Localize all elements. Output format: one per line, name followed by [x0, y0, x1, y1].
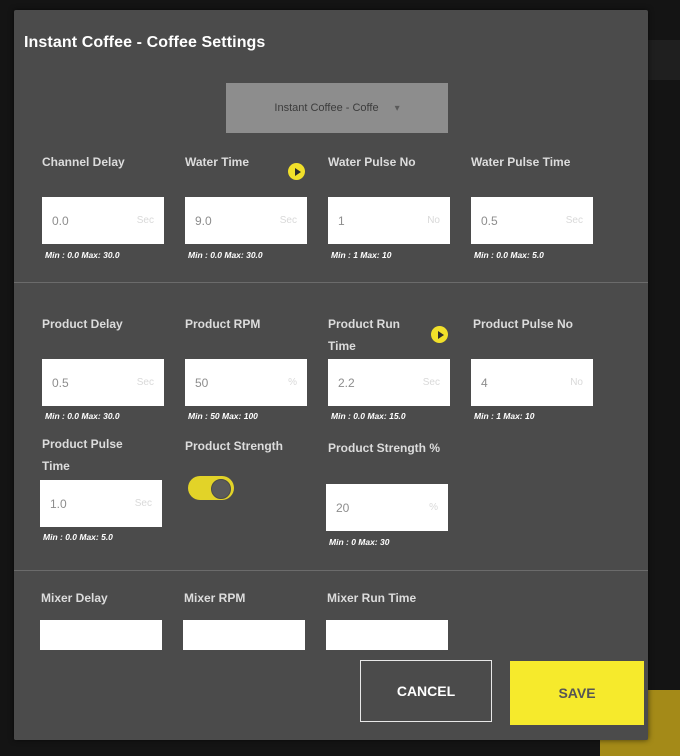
water-pulse-no-label: Water Pulse No: [328, 155, 416, 169]
water-time-play-icon[interactable]: [288, 163, 305, 180]
product-rpm-unit: %: [288, 377, 297, 388]
product-rpm-input[interactable]: 50 %: [185, 359, 307, 406]
product-run-time-play-icon[interactable]: [431, 326, 448, 343]
water-pulse-no-input[interactable]: 1 No: [328, 197, 450, 244]
product-run-time-unit: Sec: [422, 377, 440, 388]
section-divider: [14, 282, 648, 283]
mixer-rpm-label: Mixer RPM: [184, 591, 246, 605]
save-button[interactable]: SAVE: [510, 661, 644, 725]
channel-delay-range: Min : 0.0 Max: 30.0: [45, 250, 120, 260]
product-run-time-label: Product Run Time: [328, 317, 400, 353]
profile-select[interactable]: Instant Coffee - Coffe ▾: [226, 83, 448, 133]
water-time-value: 9.0: [195, 213, 212, 228]
water-pulse-no-unit: No: [427, 215, 440, 226]
product-rpm-range: Min : 50 Max: 100: [188, 411, 258, 421]
chevron-down-icon: ▾: [394, 102, 400, 114]
water-time-label: Water Time: [185, 155, 250, 169]
mixer-delay-label: Mixer Delay: [41, 591, 108, 605]
channel-delay-value: 0.0: [52, 213, 69, 228]
product-pulse-time-unit: Sec: [134, 498, 152, 509]
background-right-edge: [648, 40, 680, 80]
product-delay-unit: Sec: [136, 377, 154, 388]
water-pulse-no-range: Min : 1 Max: 10: [331, 250, 392, 260]
product-strength-pct-label: Product Strength %: [328, 441, 441, 455]
water-time-range: Min : 0.0 Max: 30.0: [188, 250, 263, 260]
product-run-time-input[interactable]: 2.2 Sec: [328, 359, 450, 406]
product-pulse-no-label: Product Pulse No: [473, 317, 574, 331]
product-pulse-no-unit: No: [570, 377, 583, 388]
product-strength-pct-range: Min : 0 Max: 30: [329, 537, 390, 547]
product-strength-pct-value: 20: [336, 500, 350, 515]
water-pulse-no-value: 1: [338, 213, 345, 228]
product-delay-label: Product Delay: [42, 317, 123, 331]
water-pulse-time-value: 0.5: [481, 213, 498, 228]
product-pulse-time-label: Product Pulse Time: [42, 437, 123, 473]
product-rpm-label: Product RPM: [185, 317, 261, 331]
product-pulse-no-value: 4: [481, 375, 488, 390]
product-rpm-value: 50: [195, 375, 209, 390]
product-delay-range: Min : 0.0 Max: 30.0: [45, 411, 120, 421]
product-strength-pct-input[interactable]: 20 %: [326, 484, 448, 531]
product-strength-label: Product Strength: [185, 439, 283, 453]
water-pulse-time-label: Water Pulse Time: [471, 155, 571, 169]
water-time-input[interactable]: 9.0 Sec: [185, 197, 307, 244]
mixer-run-time-label: Mixer Run Time: [327, 591, 417, 605]
product-pulse-time-input[interactable]: 1.0 Sec: [40, 480, 162, 527]
product-pulse-no-input[interactable]: 4 No: [471, 359, 593, 406]
product-delay-value: 0.5: [52, 375, 69, 390]
product-strength-toggle[interactable]: [188, 476, 234, 500]
channel-delay-label: Channel Delay: [42, 155, 125, 169]
dialog-title: Instant Coffee - Coffee Settings: [24, 34, 266, 51]
profile-select-value: Instant Coffee - Coffe: [274, 102, 379, 114]
product-strength-pct-unit: %: [429, 502, 438, 513]
section-divider-2: [14, 570, 648, 571]
toggle-knob: [211, 479, 231, 499]
product-run-time-value: 2.2: [338, 375, 355, 390]
settings-dialog: Instant Coffee - Coffee Settings Instant…: [14, 10, 648, 740]
water-pulse-time-input[interactable]: 0.5 Sec: [471, 197, 593, 244]
water-pulse-time-unit: Sec: [565, 215, 583, 226]
product-delay-input[interactable]: 0.5 Sec: [42, 359, 164, 406]
product-pulse-time-value: 1.0: [50, 496, 67, 511]
channel-delay-input[interactable]: 0.0 Sec: [42, 197, 164, 244]
water-time-unit: Sec: [279, 215, 297, 226]
cancel-button[interactable]: CANCEL: [360, 660, 492, 722]
product-pulse-time-range: Min : 0.0 Max: 5.0: [43, 532, 113, 542]
channel-delay-unit: Sec: [136, 215, 154, 226]
product-pulse-no-range: Min : 1 Max: 10: [474, 411, 535, 421]
water-pulse-time-range: Min : 0.0 Max: 5.0: [474, 250, 544, 260]
product-run-time-range: Min : 0.0 Max: 15.0: [331, 411, 406, 421]
